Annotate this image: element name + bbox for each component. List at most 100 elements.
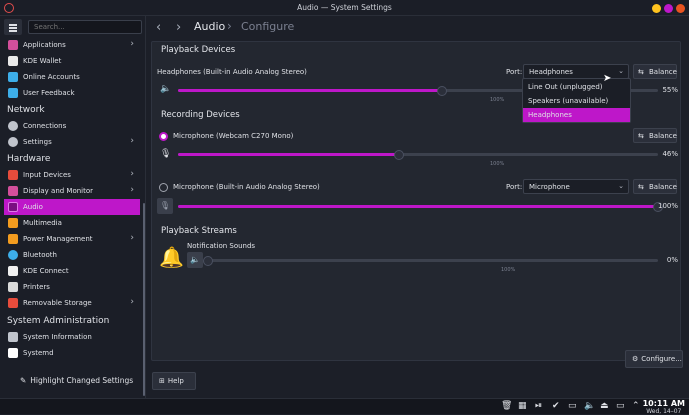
tray-expand-icon[interactable]: ⌃ — [632, 401, 640, 411]
playback-balance-button[interactable]: ⇆ Balance — [633, 64, 677, 79]
microphone-icon[interactable]: 🎙 — [160, 149, 171, 159]
sidebar-item-systemd[interactable]: Systemd — [4, 345, 140, 361]
volume-icon[interactable]: 🔈 — [584, 401, 595, 411]
playback-volume-fill — [178, 89, 442, 92]
notification-bell-icon: 🔔 — [159, 245, 184, 269]
recording-device-1-radio[interactable] — [159, 132, 168, 141]
sidebar-item-kde-wallet[interactable]: KDE Wallet — [4, 53, 140, 69]
chevron-right-icon: › — [130, 185, 134, 195]
search-input[interactable] — [28, 20, 142, 34]
sidebar-scrollbar[interactable] — [143, 203, 145, 396]
title-bar: Audio — System Settings — [0, 0, 689, 16]
balance-icon: ⇆ — [638, 68, 644, 76]
clock[interactable]: 10:11 AM Wed, 14–07 — [643, 399, 685, 415]
kde-connect-icon — [8, 266, 18, 276]
maximize-button[interactable] — [664, 4, 673, 13]
network-icon[interactable]: ⏏ — [600, 401, 609, 411]
section-header-hardware: Hardware — [7, 154, 51, 164]
recording-device-2-volume-percent: 100% — [657, 202, 678, 210]
recording-device-1-balance-button[interactable]: ⇆ Balance — [633, 128, 677, 143]
navigation-bar: ‹ › Audio › Configure — [147, 16, 689, 40]
configure-button[interactable]: ⚙ Configure... — [625, 350, 683, 368]
media-player-icon[interactable]: ⏯ — [535, 401, 542, 411]
back-button[interactable]: ‹ — [156, 20, 161, 35]
stream-tick-100: 100% — [501, 267, 516, 273]
breadcrumb-audio[interactable]: Audio — [194, 20, 225, 33]
sidebar-item-display-monitor[interactable]: Display and Monitor › — [4, 183, 140, 199]
battery-icon[interactable]: ▭ — [616, 401, 625, 411]
playback-volume-percent: 55% — [662, 86, 678, 94]
sidebar-item-system-information[interactable]: System Information — [4, 329, 140, 345]
sidebar-item-online-accounts[interactable]: Online Accounts — [4, 69, 140, 85]
recording-device-2-name: Microphone (Built-in Audio Analog Stereo… — [173, 183, 320, 191]
info-icon — [8, 332, 18, 342]
sidebar-item-bluetooth[interactable]: Bluetooth — [4, 247, 140, 263]
microphone-mute-toggle[interactable]: 🎙 — [157, 198, 173, 214]
audio-icon — [8, 202, 18, 212]
sidebar-item-applications[interactable]: Applications › — [4, 37, 140, 53]
main-content: ‹ › Audio › Configure Playback Devices H… — [147, 16, 689, 398]
hamburger-menu-button[interactable] — [4, 19, 22, 35]
sidebar-toolbar — [4, 19, 142, 35]
sidebar: Applications › KDE Wallet Online Account… — [0, 16, 146, 398]
playback-volume-handle[interactable] — [437, 85, 447, 96]
sidebar-item-connections[interactable]: Connections — [4, 118, 140, 134]
forward-button[interactable]: › — [176, 20, 181, 35]
chevron-right-icon: › — [130, 297, 134, 307]
sidebar-item-multimedia[interactable]: Multimedia — [4, 215, 140, 231]
sidebar-item-settings[interactable]: Settings › — [4, 134, 140, 150]
port-option-speakers[interactable]: Speakers (unavailable) — [523, 94, 630, 108]
section-header-network: Network — [7, 105, 45, 115]
printer-icon — [8, 282, 18, 292]
breadcrumb-configure[interactable]: Configure — [241, 20, 294, 33]
trash-icon[interactable]: 🗑 — [501, 401, 512, 411]
feedback-icon — [8, 88, 18, 98]
close-button[interactable] — [676, 4, 685, 13]
updates-icon[interactable]: ✔ — [552, 401, 560, 411]
multimedia-icon — [8, 218, 18, 228]
sidebar-item-kde-connect[interactable]: KDE Connect — [4, 263, 140, 279]
terminal-icon[interactable]: ▭ — [568, 401, 577, 411]
recording-tick-100: 100% — [490, 161, 505, 167]
recording-device-2-volume-fill — [178, 205, 658, 208]
speaker-icon[interactable]: 🔈 — [160, 84, 171, 94]
stream-mute-toggle[interactable]: 🔈 — [187, 252, 203, 268]
network-settings-icon — [8, 137, 18, 147]
sidebar-item-input-devices[interactable]: Input Devices › — [4, 167, 140, 183]
stream-volume-slider[interactable] — [203, 255, 658, 266]
recording-port-select[interactable]: Microphone ⌄ — [523, 179, 629, 194]
online-accounts-icon — [8, 72, 18, 82]
recording-device-1-volume-slider[interactable] — [178, 149, 658, 160]
chevron-down-icon: ⌄ — [618, 67, 624, 75]
sidebar-item-printers[interactable]: Printers — [4, 279, 140, 295]
balance-icon: ⇆ — [638, 183, 644, 191]
port-dropdown-menu: Line Out (unplugged) Speakers (unavailab… — [522, 78, 631, 123]
sidebar-item-audio[interactable]: Audio — [4, 199, 140, 215]
help-button[interactable]: ⊞ Help — [152, 372, 196, 390]
taskbar: 🗑 ▦ ⏯ ✔ ▭ 🔈 ⏏ ▭ ⌃ 10:11 AM Wed, 14–07 — [0, 398, 689, 415]
sidebar-item-user-feedback[interactable]: User Feedback — [4, 85, 140, 101]
sidebar-item-removable-storage[interactable]: Removable Storage › — [4, 295, 140, 311]
minimize-button[interactable] — [652, 4, 661, 13]
stream-volume-percent: 0% — [666, 256, 678, 264]
highlight-icon: ✎ — [20, 376, 27, 385]
recording-device-2-balance-button[interactable]: ⇆ Balance — [633, 179, 677, 194]
monitor-icon — [8, 186, 18, 196]
recording-device-2-volume-slider[interactable] — [178, 201, 663, 212]
recording-device-1-volume-handle[interactable] — [393, 149, 404, 160]
sidebar-item-power-management[interactable]: Power Management › — [4, 231, 140, 247]
port-option-headphones[interactable]: Headphones — [523, 108, 630, 122]
stream-volume-handle[interactable] — [203, 255, 213, 266]
window-title: Audio — System Settings — [297, 3, 392, 12]
clipboard-icon[interactable]: ▦ — [518, 401, 527, 411]
recording-device-2-radio[interactable] — [159, 183, 168, 192]
highlight-changed-settings-button[interactable]: ✎ Highlight Changed Settings — [20, 376, 133, 385]
storage-icon — [8, 298, 18, 308]
recording-device-1-name: Microphone (Webcam C270 Mono) — [173, 132, 294, 140]
balance-icon: ⇆ — [638, 132, 644, 140]
playback-port-select[interactable]: Headphones ⌄ — [523, 64, 629, 79]
chevron-right-icon: › — [130, 39, 134, 49]
port-option-line-out[interactable]: Line Out (unplugged) — [523, 80, 630, 94]
bluetooth-icon — [8, 250, 18, 260]
chevron-right-icon: › — [130, 169, 134, 179]
